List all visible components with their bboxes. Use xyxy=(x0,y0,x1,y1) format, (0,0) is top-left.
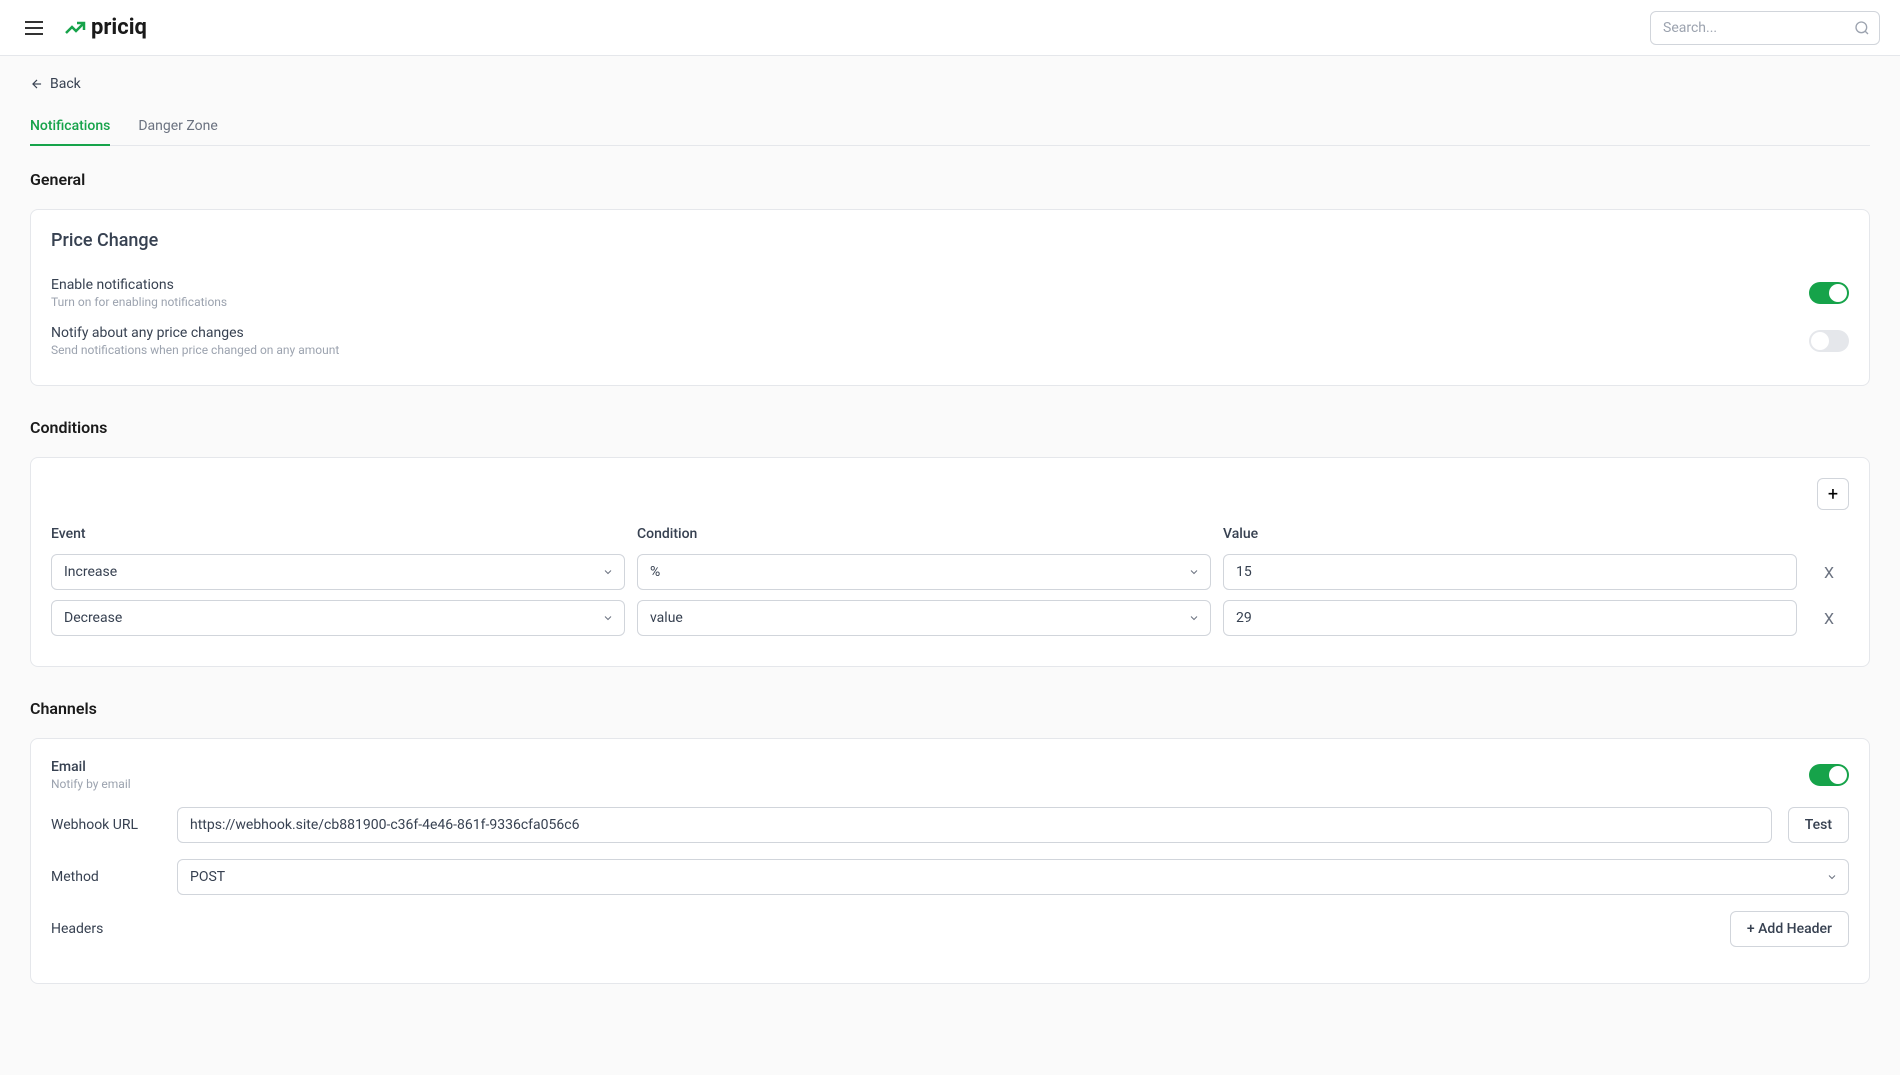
setting-label-notify-any: Notify about any price changes xyxy=(51,325,1809,341)
section-title-channels: Channels xyxy=(30,699,1870,718)
toggle-notify-any[interactable] xyxy=(1809,330,1849,352)
section-title-conditions: Conditions xyxy=(30,418,1870,437)
event-select[interactable]: Decrease xyxy=(51,600,625,636)
email-desc: Notify by email xyxy=(51,777,1793,791)
section-title-general: General xyxy=(30,170,1870,189)
back-link[interactable]: Back xyxy=(30,76,81,92)
card-title-price-change: Price Change xyxy=(51,230,1849,251)
logo[interactable]: priciq xyxy=(63,15,147,40)
menu-button[interactable] xyxy=(20,16,48,40)
logo-text: priciq xyxy=(91,15,147,40)
value-input[interactable] xyxy=(1223,554,1797,590)
header-condition: Condition xyxy=(637,526,1211,542)
add-header-button[interactable]: + Add Header xyxy=(1730,911,1849,947)
tab-danger-zone[interactable]: Danger Zone xyxy=(138,108,217,146)
toggle-email[interactable] xyxy=(1809,764,1849,786)
headers-label: Headers xyxy=(51,921,161,937)
event-select[interactable]: Increase xyxy=(51,554,625,590)
logo-icon xyxy=(63,16,87,40)
header-event: Event xyxy=(51,526,625,542)
webhook-label: Webhook URL xyxy=(51,817,161,833)
search-icon xyxy=(1854,20,1870,36)
method-select[interactable]: POST xyxy=(177,859,1849,895)
condition-select[interactable]: % xyxy=(637,554,1211,590)
back-label: Back xyxy=(50,76,81,92)
add-condition-button[interactable]: + xyxy=(1817,478,1849,510)
setting-desc-notify-any: Send notifications when price changed on… xyxy=(51,343,1809,357)
header-value: Value xyxy=(1223,526,1797,542)
search-input[interactable] xyxy=(1650,11,1880,45)
email-label: Email xyxy=(51,759,1793,775)
toggle-enable-notifications[interactable] xyxy=(1809,282,1849,304)
remove-condition-button[interactable]: X xyxy=(1809,609,1849,628)
value-input[interactable] xyxy=(1223,600,1797,636)
remove-condition-button[interactable]: X xyxy=(1809,563,1849,582)
tab-notifications[interactable]: Notifications xyxy=(30,108,110,146)
condition-select[interactable]: value xyxy=(637,600,1211,636)
method-label: Method xyxy=(51,869,161,885)
setting-label-enable: Enable notifications xyxy=(51,277,1809,293)
arrow-left-icon xyxy=(30,77,44,91)
test-button[interactable]: Test xyxy=(1788,807,1849,843)
setting-desc-enable: Turn on for enabling notifications xyxy=(51,295,1809,309)
webhook-url-input[interactable] xyxy=(177,807,1772,843)
